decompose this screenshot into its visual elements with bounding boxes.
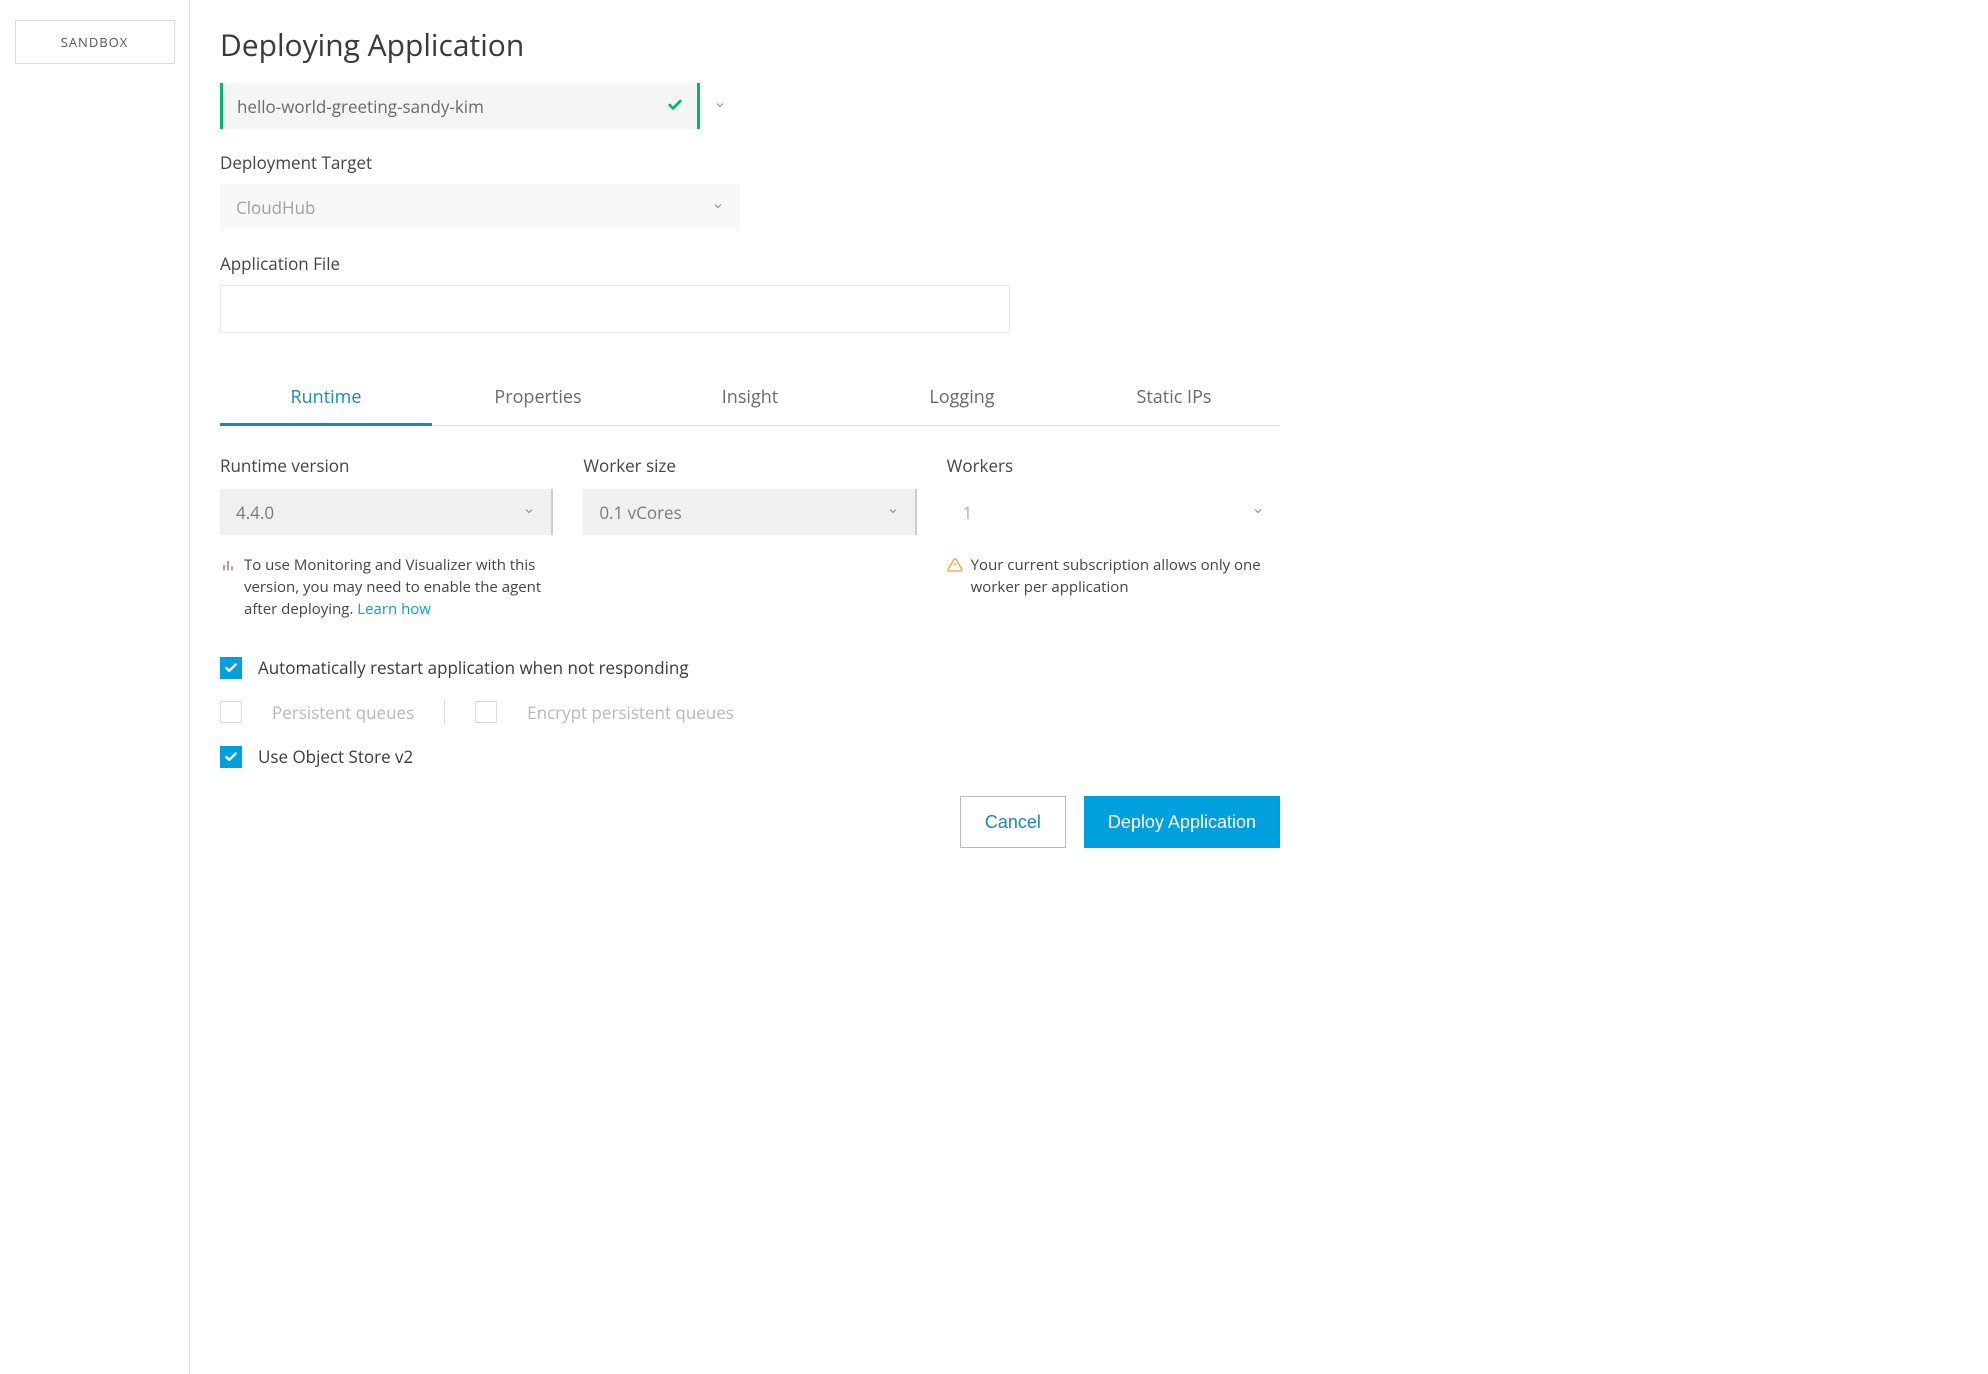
deployment-target-field: Deployment Target CloudHub bbox=[220, 151, 1280, 230]
runtime-panel: Runtime version 4.4.0 To use Monitoring … bbox=[220, 454, 1280, 620]
subscription-hint: Your current subscription allows only on… bbox=[947, 555, 1280, 599]
deployment-target-value: CloudHub bbox=[236, 196, 315, 219]
object-store-row: Use Object Store v2 bbox=[220, 745, 1280, 768]
learn-how-link[interactable]: Learn how bbox=[357, 599, 431, 619]
footer-actions: Cancel Deploy Application bbox=[220, 796, 1280, 848]
chevron-down-icon bbox=[712, 198, 724, 216]
application-name-input[interactable]: hello-world-greeting-sandy-kim bbox=[220, 83, 700, 129]
auto-restart-checkbox[interactable] bbox=[220, 657, 242, 679]
runtime-version-field: Runtime version 4.4.0 To use Monitoring … bbox=[220, 454, 553, 620]
application-file-field: Application File bbox=[220, 252, 1280, 333]
workers-select[interactable]: 1 bbox=[947, 489, 1280, 535]
encrypt-queues-checkbox bbox=[475, 701, 497, 723]
workers-value: 1 bbox=[963, 501, 973, 524]
tab-bar: Runtime Properties Insight Logging Stati… bbox=[220, 371, 1280, 426]
tab-static-ips[interactable]: Static IPs bbox=[1068, 371, 1280, 425]
worker-size-select[interactable]: 0.1 vCores bbox=[583, 489, 916, 535]
check-icon bbox=[667, 95, 683, 118]
monitoring-hint: To use Monitoring and Visualizer with th… bbox=[220, 555, 553, 620]
deployment-target-label: Deployment Target bbox=[220, 151, 1280, 174]
bar-chart-icon bbox=[220, 557, 236, 620]
cancel-button[interactable]: Cancel bbox=[960, 796, 1066, 848]
persistent-queues-checkbox bbox=[220, 701, 242, 723]
runtime-version-select[interactable]: 4.4.0 bbox=[220, 489, 553, 535]
main-content: Deploying Application hello-world-greeti… bbox=[190, 0, 1310, 1374]
chevron-down-icon bbox=[523, 503, 535, 521]
monitoring-hint-text: To use Monitoring and Visualizer with th… bbox=[244, 555, 553, 620]
chevron-down-icon bbox=[1252, 503, 1264, 521]
worker-size-field: Worker size 0.1 vCores bbox=[583, 454, 916, 620]
tab-properties[interactable]: Properties bbox=[432, 371, 644, 425]
environment-badge[interactable]: SANDBOX bbox=[15, 20, 175, 64]
worker-size-label: Worker size bbox=[583, 454, 916, 477]
application-name-value: hello-world-greeting-sandy-kim bbox=[237, 95, 484, 118]
deploy-application-button[interactable]: Deploy Application bbox=[1084, 796, 1280, 848]
tab-insight[interactable]: Insight bbox=[644, 371, 856, 425]
application-name-dropdown[interactable] bbox=[700, 83, 740, 129]
chevron-down-icon bbox=[887, 503, 899, 521]
app-name-field: hello-world-greeting-sandy-kim bbox=[220, 83, 1280, 129]
deployment-target-select[interactable]: CloudHub bbox=[220, 184, 740, 230]
sidebar: SANDBOX bbox=[0, 0, 190, 1374]
chevron-down-icon bbox=[714, 99, 726, 114]
runtime-version-value: 4.4.0 bbox=[236, 501, 274, 524]
queues-row: Persistent queues Encrypt persistent que… bbox=[220, 699, 1280, 725]
application-file-input[interactable] bbox=[220, 285, 1010, 333]
object-store-checkbox[interactable] bbox=[220, 746, 242, 768]
page-title: Deploying Application bbox=[220, 24, 1280, 65]
runtime-version-label: Runtime version bbox=[220, 454, 553, 477]
auto-restart-label: Automatically restart application when n… bbox=[258, 656, 689, 679]
subscription-hint-text: Your current subscription allows only on… bbox=[971, 555, 1280, 599]
runtime-options: Automatically restart application when n… bbox=[220, 656, 1280, 768]
worker-size-value: 0.1 vCores bbox=[599, 501, 681, 524]
application-file-label: Application File bbox=[220, 252, 1280, 275]
warning-icon bbox=[947, 557, 963, 599]
encrypt-queues-label: Encrypt persistent queues bbox=[527, 701, 734, 724]
workers-field: Workers 1 Your current subscription allo… bbox=[947, 454, 1280, 620]
auto-restart-row: Automatically restart application when n… bbox=[220, 656, 1280, 679]
tab-runtime[interactable]: Runtime bbox=[220, 371, 432, 426]
persistent-queues-label: Persistent queues bbox=[272, 701, 414, 724]
separator bbox=[444, 699, 445, 725]
object-store-label: Use Object Store v2 bbox=[258, 745, 413, 768]
tab-logging[interactable]: Logging bbox=[856, 371, 1068, 425]
workers-label: Workers bbox=[947, 454, 1280, 477]
